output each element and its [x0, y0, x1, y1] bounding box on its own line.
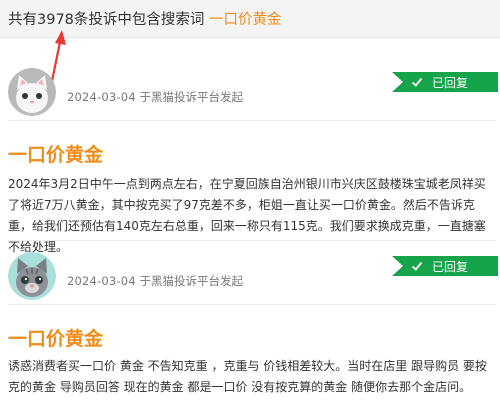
result-count-text: 共有3978条投诉中包含搜索词: [8, 12, 205, 28]
divider: [8, 304, 496, 305]
complaint-meta: 2024-03-04 于黑猫投诉平台发起: [67, 89, 243, 105]
complaint-body[interactable]: 2024年3月2日中午一点到两点左右，在宁夏回族自治州银川市兴庆区鼓楼珠宝城老凤…: [8, 174, 496, 258]
gray-cat-avatar[interactable]: [8, 252, 56, 300]
complaint-source: 于黑猫投诉平台发起: [139, 90, 244, 104]
complaint-date: 2024-03-04: [67, 90, 136, 104]
search-keyword: 一口价黄金: [209, 12, 282, 28]
status-label: 已回复: [432, 75, 469, 90]
status-label: 已回复: [432, 259, 469, 274]
status-badge: 已回复: [392, 72, 498, 92]
status-badge: 已回复: [392, 256, 498, 276]
search-result-summary: 共有3978条投诉中包含搜索词 一口价黄金: [0, 0, 500, 38]
white-cat-avatar[interactable]: [8, 68, 56, 116]
complaint-body[interactable]: 诱惑消费者买一口价 黄金 不告知克重 ，克重与 价钱相差较大。当时在店里 跟导购…: [8, 356, 496, 398]
complaint-date: 2024-03-04: [67, 274, 136, 288]
divider: [8, 240, 496, 241]
check-icon: [411, 261, 423, 271]
check-icon: [411, 77, 423, 87]
complaint-title[interactable]: 一口价黄金: [8, 140, 103, 167]
complaint-meta: 2024-03-04 于黑猫投诉平台发起: [67, 273, 243, 289]
complaint-source: 于黑猫投诉平台发起: [139, 274, 244, 288]
complaint-title[interactable]: 一口价黄金: [8, 324, 103, 351]
divider: [8, 120, 496, 121]
